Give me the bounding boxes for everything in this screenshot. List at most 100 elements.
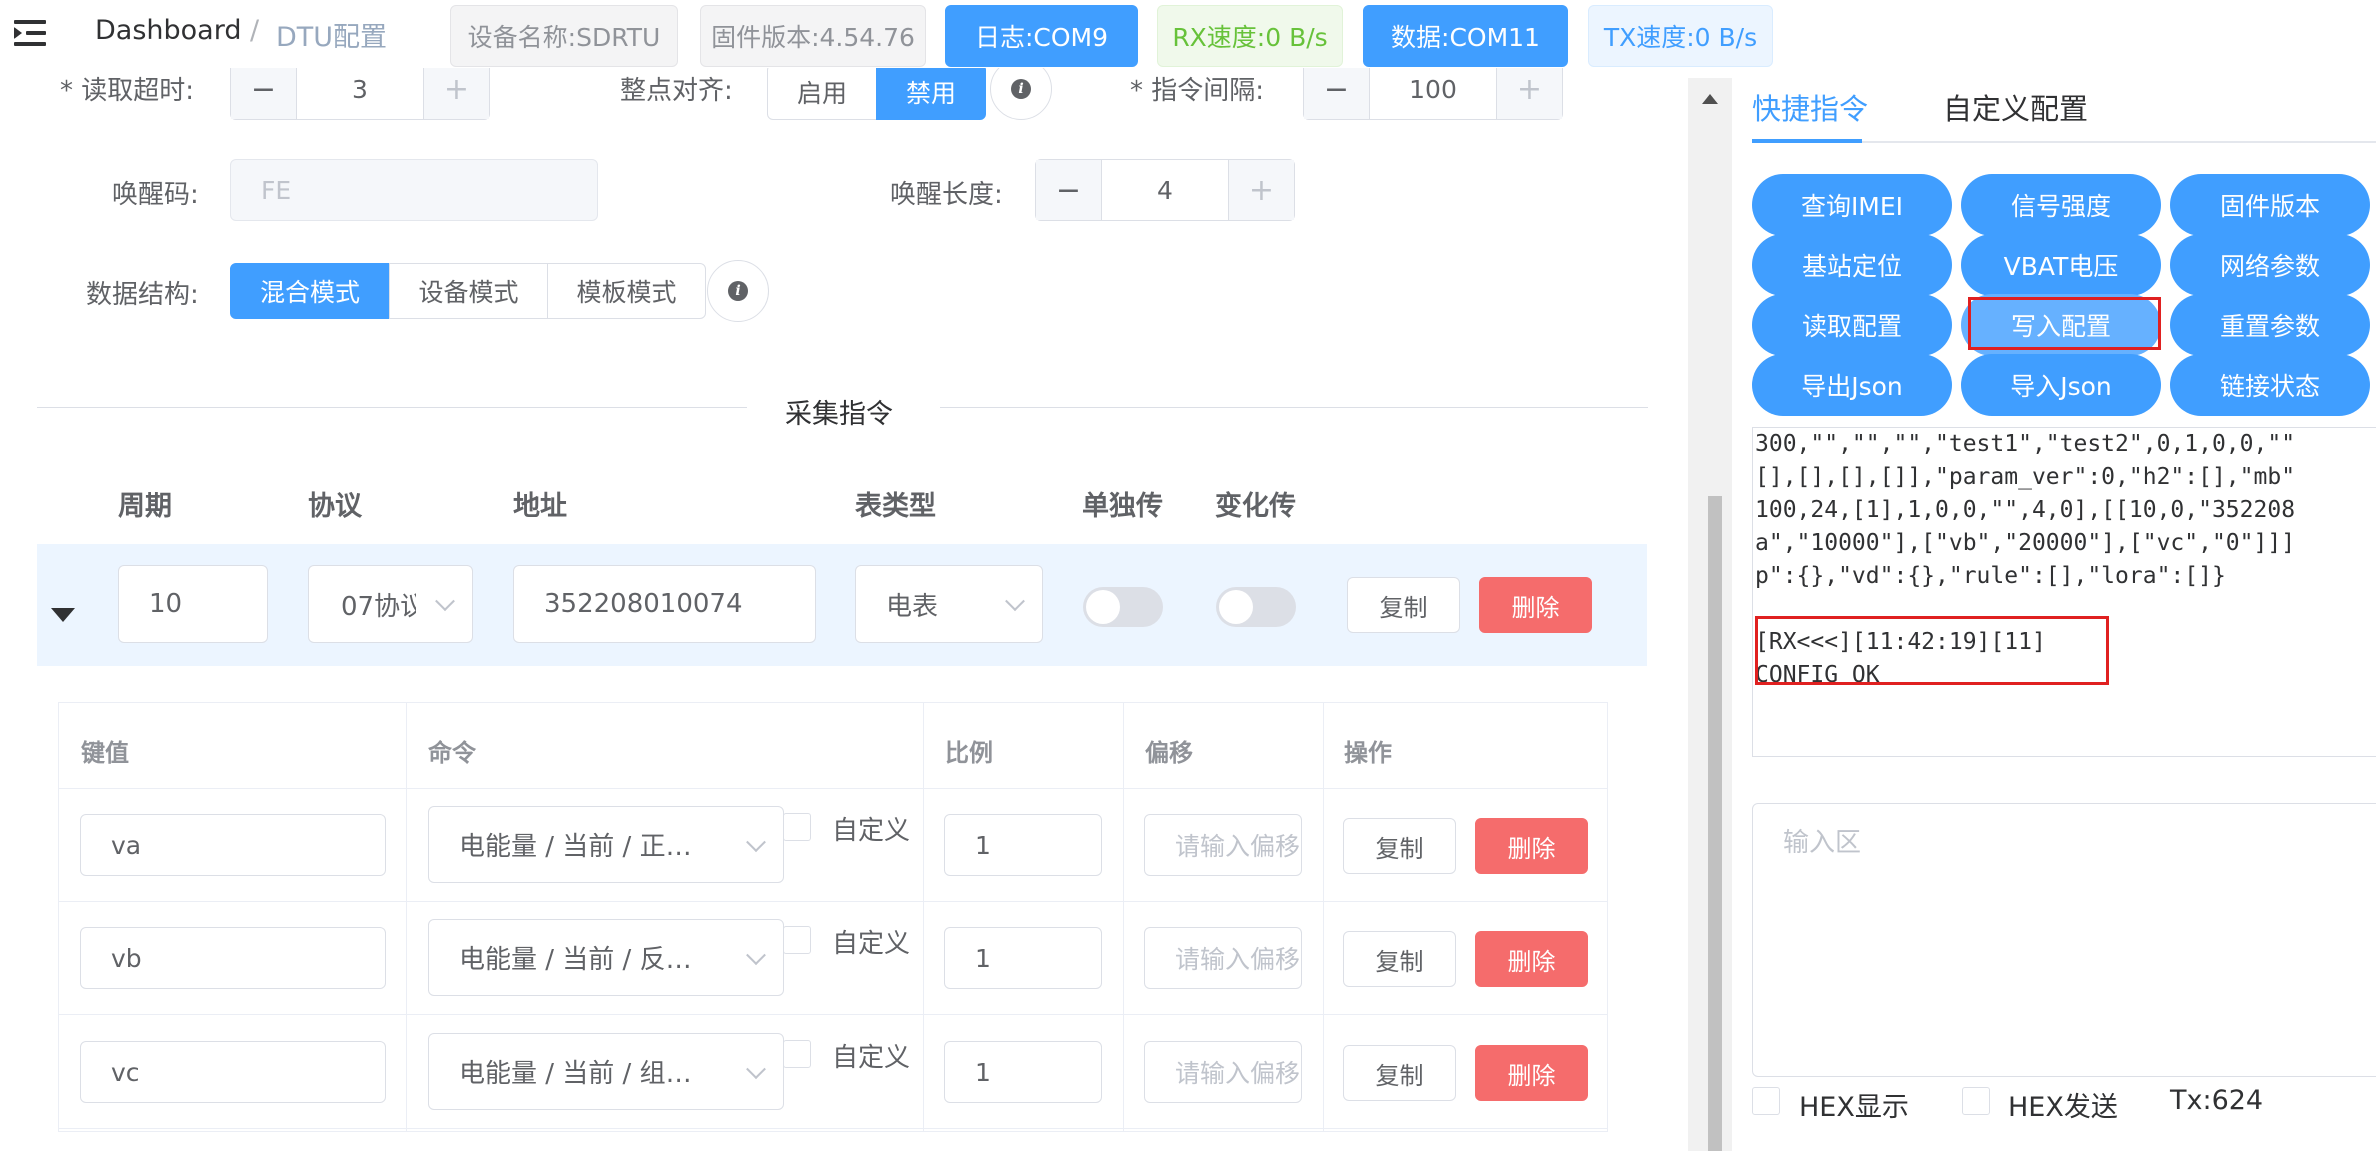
custom-checkbox[interactable] (783, 813, 811, 841)
cell-location-button[interactable]: 基站定位 (1752, 234, 1952, 296)
custom-checkbox[interactable] (783, 926, 811, 954)
data-structure-radio-group[interactable]: 混合模式 设备模式 模板模式 (230, 263, 706, 319)
single-send-switch[interactable] (1083, 587, 1163, 627)
wake-length-stepper[interactable]: − 4 + (1035, 159, 1295, 221)
key-input[interactable]: vc (80, 1041, 386, 1103)
align-radio-group[interactable]: 启用 禁用 (767, 64, 986, 120)
interval-value[interactable]: 100 (1370, 59, 1496, 119)
log-port-button[interactable]: 日志:COM9 (945, 5, 1138, 67)
console-line: [],[],[],[]],"param_ver":0,"h2":[],"mb" (1755, 464, 2296, 490)
tx-speed-tag: TX速度:0 B/s (1588, 5, 1773, 67)
command-value: 电能量 / 当前 / 组合无功 (459, 1059, 709, 1089)
tab-custom-config[interactable]: 自定义配置 (1943, 86, 2088, 128)
wake-length-value[interactable]: 4 (1102, 160, 1228, 220)
hex-show-checkbox[interactable] (1752, 1087, 1780, 1115)
row-copy-button[interactable]: 复制 (1343, 1045, 1456, 1101)
network-params-button[interactable]: 网络参数 (2170, 234, 2370, 296)
template-mode-option[interactable]: 模板模式 (547, 263, 706, 319)
wake-code-label: 唤醒码: (112, 180, 199, 210)
protocol-select[interactable]: 07协议 (308, 565, 473, 643)
breadcrumb-dashboard[interactable]: Dashboard (95, 15, 241, 46)
col-meter-type: 表类型 (855, 491, 936, 522)
scrollbar-thumb[interactable] (1708, 496, 1722, 1151)
custom-checkbox[interactable] (783, 1040, 811, 1068)
read-timeout-value[interactable]: 3 (297, 59, 423, 119)
tab-active-indicator (1752, 139, 1862, 143)
offset-input[interactable]: 请输入偏移 (1144, 814, 1302, 876)
highlight-box (1968, 297, 2161, 350)
data-port-button[interactable]: 数据:COM11 (1363, 5, 1568, 67)
link-status-button[interactable]: 链接状态 (2170, 354, 2370, 416)
menu-fold-icon[interactable] (14, 18, 46, 48)
collect-copy-button[interactable]: 复制 (1347, 577, 1460, 633)
device-mode-option[interactable]: 设备模式 (389, 263, 548, 319)
address-input[interactable]: 352208010074 (513, 565, 816, 643)
row-delete-button[interactable]: 删除 (1475, 1045, 1588, 1101)
custom-label: 自定义 (832, 929, 911, 959)
col-protocol: 协议 (308, 491, 362, 522)
plus-icon[interactable]: + (1496, 59, 1562, 119)
offset-placeholder: 请输入偏移 (1175, 832, 1301, 861)
data-structure-label: 数据结构: (86, 280, 199, 310)
export-json-button[interactable]: 导出Json (1752, 354, 1952, 416)
period-input[interactable]: 10 (118, 565, 268, 643)
divider-left (37, 407, 747, 408)
firmware-version-button[interactable]: 固件版本 (2170, 174, 2370, 236)
chevron-down-icon (1005, 591, 1025, 612)
custom-label: 自定义 (832, 816, 911, 846)
protocol-value: 07协议 (341, 591, 416, 622)
hex-show-label: HEX显示 (1799, 1092, 1909, 1123)
data-structure-info-icon[interactable]: i (707, 260, 769, 322)
plus-icon[interactable]: + (423, 59, 489, 119)
wake-code-input[interactable]: FE (230, 159, 598, 221)
th-ratio: 比例 (945, 739, 993, 767)
minus-icon[interactable]: − (1036, 160, 1102, 220)
th-offset: 偏移 (1145, 739, 1193, 767)
minus-icon[interactable]: − (1304, 59, 1370, 119)
align-disable-option[interactable]: 禁用 (876, 64, 986, 120)
hex-send-checkbox[interactable] (1962, 1087, 1990, 1115)
plus-icon[interactable]: + (1228, 160, 1294, 220)
row-delete-button[interactable]: 删除 (1475, 818, 1588, 874)
expand-caret-icon[interactable] (51, 608, 75, 622)
th-key: 键值 (81, 739, 129, 767)
offset-input[interactable]: 请输入偏移 (1144, 1041, 1302, 1103)
read-config-button[interactable]: 读取配置 (1752, 294, 1952, 356)
command-select[interactable]: 电能量 / 当前 / 正向有功 (428, 806, 784, 883)
reset-params-button[interactable]: 重置参数 (2170, 294, 2370, 356)
tx-count: Tx:624 (2170, 1085, 2264, 1116)
command-select[interactable]: 电能量 / 当前 / 反向有功 (428, 919, 784, 996)
scroll-up-arrow-icon[interactable] (1702, 94, 1718, 104)
row-copy-button[interactable]: 复制 (1343, 818, 1456, 874)
row-copy-button[interactable]: 复制 (1343, 931, 1456, 987)
query-imei-button[interactable]: 查询IMEI (1752, 174, 1952, 236)
key-input[interactable]: va (80, 814, 386, 876)
ratio-input[interactable]: 1 (944, 1041, 1102, 1103)
tab-quick-commands[interactable]: 快捷指令 (1752, 86, 1868, 128)
mixed-mode-option[interactable]: 混合模式 (230, 263, 390, 319)
command-select[interactable]: 电能量 / 当前 / 组合无功 (428, 1033, 784, 1110)
ratio-input[interactable]: 1 (944, 927, 1102, 989)
divider-right (940, 407, 1648, 408)
col-address: 地址 (513, 491, 567, 522)
scrollbar-track[interactable] (1688, 78, 1732, 1151)
read-timeout-label: * 读取超时: (60, 76, 195, 106)
vbat-voltage-button[interactable]: VBAT电压 (1961, 234, 2161, 296)
collect-delete-button[interactable]: 删除 (1479, 577, 1592, 633)
send-input-area[interactable]: 输入区 (1752, 803, 2376, 1077)
import-json-button[interactable]: 导入Json (1961, 354, 2161, 416)
offset-input[interactable]: 请输入偏移 (1144, 927, 1302, 989)
collect-section-title: 采集指令 (785, 399, 893, 430)
log-console[interactable]: 300,"","","","test1","test2",0,1,0,0,"" … (1752, 427, 2376, 757)
align-enable-option[interactable]: 启用 (767, 64, 877, 120)
ratio-input[interactable]: 1 (944, 814, 1102, 876)
signal-strength-button[interactable]: 信号强度 (1961, 174, 2161, 236)
meter-type-select[interactable]: 电表 (855, 565, 1043, 643)
wake-length-label: 唤醒长度: (890, 180, 1003, 210)
minus-icon[interactable]: − (231, 59, 297, 119)
top-header: Dashboard / DTU配置 设备名称:SDRTU 固件版本:4.54.7… (0, 0, 2376, 68)
key-input[interactable]: vb (80, 927, 386, 989)
change-send-switch[interactable] (1216, 587, 1296, 627)
row-delete-button[interactable]: 删除 (1475, 931, 1588, 987)
console-line: a","10000"],["vb","20000"],["vc","0"]]] (1755, 530, 2296, 556)
